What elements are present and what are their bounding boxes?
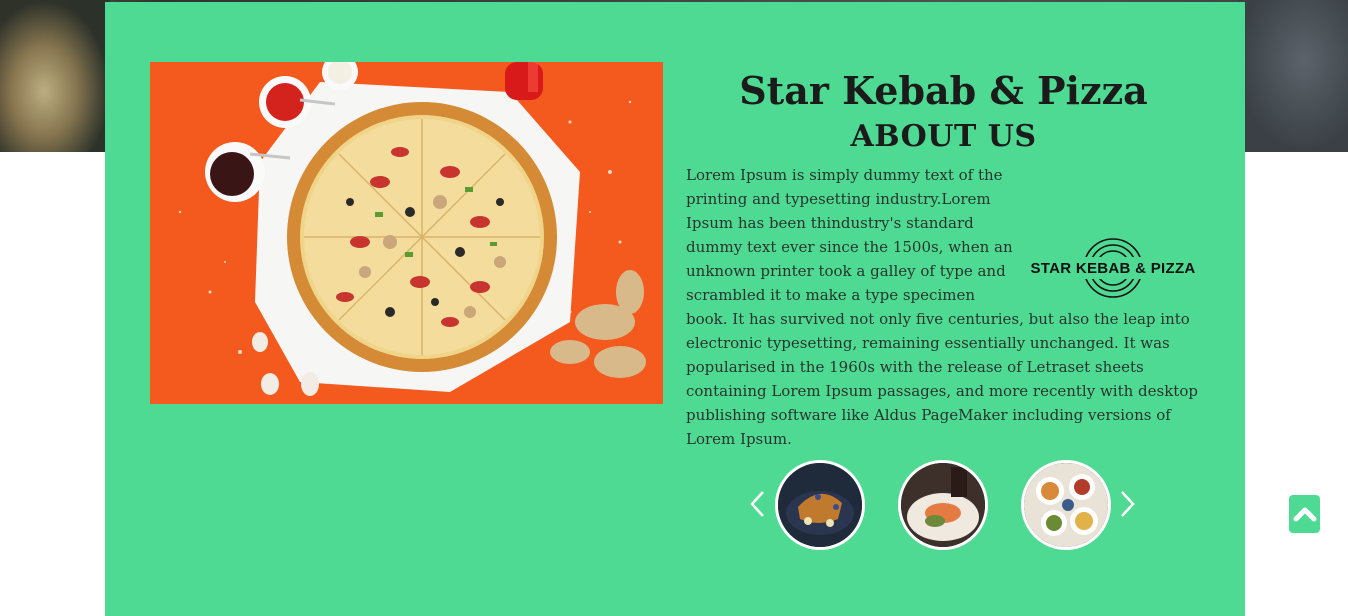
about-body-text: Lorem Ipsum is simply dummy text of the … <box>686 166 1198 448</box>
about-description: STAR KEBAB & PIZZA Lorem Ipsum is simply… <box>686 163 1201 451</box>
carousel-thumbnail[interactable] <box>775 460 865 550</box>
chevron-left-icon[interactable] <box>747 488 767 520</box>
carousel-thumbnail[interactable] <box>898 460 988 550</box>
chevron-right-icon[interactable] <box>1118 488 1138 520</box>
chevron-up-icon <box>1293 507 1316 522</box>
pizza-image <box>150 62 663 404</box>
about-heading: ABOUT US <box>850 119 1037 154</box>
scroll-to-top-button[interactable] <box>1289 495 1320 533</box>
restaurant-title: Star Kebab & Pizza <box>739 68 1148 113</box>
carousel-thumbnail[interactable] <box>1021 460 1111 550</box>
about-section: Star Kebab & Pizza ABOUT US STAR KEBAB &… <box>105 2 1245 616</box>
brand-logo: STAR KEBAB & PIZZA <box>1025 235 1201 305</box>
about-content: Star Kebab & Pizza ABOUT US STAR KEBAB &… <box>686 62 1201 451</box>
image-carousel <box>745 460 1145 550</box>
brand-logo-text: STAR KEBAB & PIZZA <box>1030 260 1196 277</box>
